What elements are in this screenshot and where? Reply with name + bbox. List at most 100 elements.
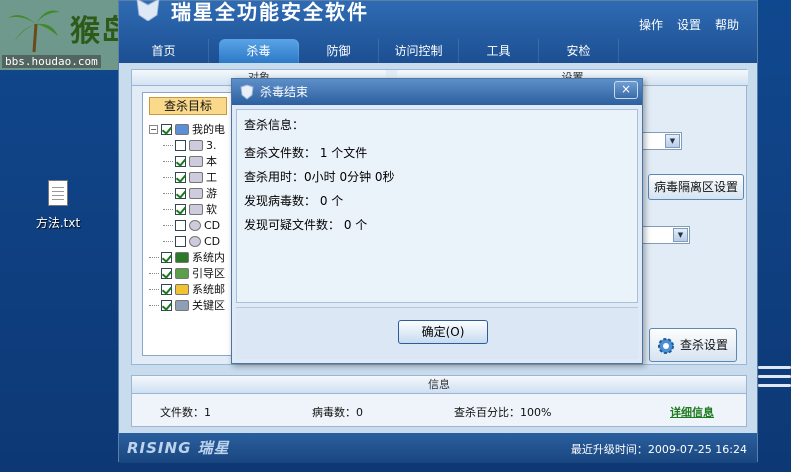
checkbox[interactable] [161, 123, 172, 135]
background-decoration [758, 366, 791, 406]
tree-item-label: 系统内 [192, 251, 225, 264]
rising-lion-logo-icon [136, 0, 160, 21]
tab-tools[interactable]: 工具 [459, 39, 539, 63]
tree-item[interactable]: CD [149, 233, 225, 249]
close-button[interactable]: × [614, 81, 638, 99]
chevron-down-icon: ▼ [665, 134, 680, 148]
tree-item[interactable]: 3. [149, 137, 225, 153]
computer-icon [175, 123, 189, 135]
menu-help[interactable]: 帮助 [715, 16, 739, 33]
tab-defense[interactable]: 防御 [299, 39, 379, 63]
viruses-found-line: 发现病毒数： 0 个 [244, 194, 344, 208]
tree-item-label: CD [204, 234, 221, 248]
dialog-body: 查杀信息： 查杀文件数： 1 个文件 查杀用时：0小时 0分钟 0秒 发现病毒数… [236, 109, 638, 303]
tree-item[interactable]: − 我的电 [149, 121, 225, 137]
tree-item-label: 引导区 [192, 267, 225, 280]
cd-icon [189, 219, 201, 231]
file-count: 文件数：1 [160, 406, 211, 419]
scan-settings-button[interactable]: 查杀设置 [649, 328, 737, 362]
footer-bar: RISING 瑞星 最近升级时间：2009-07-25 16:24 [119, 433, 757, 463]
dialog-button-area: 确定(O) [236, 307, 638, 359]
ok-button[interactable]: 确定(O) [398, 320, 488, 344]
tab-access-control[interactable]: 访问控制 [379, 39, 459, 63]
scan-finished-dialog: 杀毒结束 × 查杀信息： 查杀文件数： 1 个文件 查杀用时：0小时 0分钟 0… [231, 78, 643, 364]
tree-item-label: 关键区 [192, 299, 225, 312]
tree-item-label: CD [204, 218, 221, 232]
tab-home[interactable]: 首页 [119, 39, 209, 63]
shield-icon [240, 84, 254, 100]
tree-item[interactable]: 游 [149, 185, 225, 201]
boot-icon [175, 267, 189, 279]
checkbox[interactable] [161, 299, 172, 311]
drive-icon [189, 171, 203, 183]
tree-item[interactable]: 系统邮 [149, 281, 225, 297]
app-title: 瑞星全功能安全软件 [171, 0, 369, 24]
tree-item[interactable]: 引导区 [149, 265, 225, 281]
scanned-files-line: 查杀文件数： 1 个文件 [244, 146, 368, 160]
tree-item-label: 游 [206, 187, 217, 200]
checkbox[interactable] [175, 235, 186, 247]
scan-target-label: 查杀目标 [149, 97, 227, 115]
dialog-title: 杀毒结束 [260, 85, 309, 99]
mail-icon [175, 283, 189, 295]
drive-icon [189, 203, 203, 215]
quarantine-settings-button[interactable]: 病毒隔离区设置 [648, 174, 744, 200]
checkbox[interactable] [161, 283, 172, 295]
info-row: 文件数：1 病毒数：0 查杀百分比：100% 详细信息 [132, 394, 746, 426]
tree-item[interactable]: 软 [149, 201, 225, 217]
scan-settings-label: 查杀设置 [679, 338, 728, 352]
main-tabs: 首页 杀毒 防御 访问控制 工具 安检 [119, 39, 757, 63]
tree-item-label: 我的电 [192, 123, 225, 136]
tree-item-label: 工 [206, 171, 217, 184]
tree-item-label: 系统邮 [192, 283, 225, 296]
checkbox[interactable] [175, 155, 186, 167]
virus-count: 病毒数：0 [312, 406, 363, 419]
scan-info-heading: 查杀信息： [244, 118, 305, 132]
desktop-file-icon[interactable]: 方法.txt [30, 180, 86, 231]
tab-security-check[interactable]: 安检 [539, 39, 619, 63]
checkbox[interactable] [175, 139, 186, 151]
suspicious-files-line: 发现可疑文件数： 0 个 [244, 218, 368, 232]
drive-icon [189, 139, 203, 151]
last-update-time: 最近升级时间：2009-07-25 16:24 [570, 443, 747, 456]
details-link[interactable]: 详细信息 [670, 404, 714, 420]
tree-item[interactable]: 本 [149, 153, 225, 169]
checkbox[interactable] [175, 171, 186, 183]
target-tree: − 我的电 3. 本 工 游 软 CD CD 系统内 引导区 系统邮 关键区 [149, 121, 225, 313]
checkbox[interactable] [161, 251, 172, 263]
tree-item[interactable]: 关键区 [149, 297, 225, 313]
tree-item[interactable]: 工 [149, 169, 225, 185]
palm-tree-icon [8, 10, 60, 53]
settings-dropdown-1[interactable]: ▼ [642, 132, 682, 150]
text-file-icon [48, 180, 68, 206]
checkbox[interactable] [175, 187, 186, 199]
menu-settings[interactable]: 设置 [677, 16, 701, 33]
title-bar: 瑞星全功能安全软件 操作 设置 帮助 首页 杀毒 防御 访问控制 工具 安检 [119, 0, 757, 63]
desktop-file-label: 方法.txt [35, 216, 81, 230]
drive-icon [189, 155, 203, 167]
tree-item-label: 本 [206, 155, 217, 168]
collapse-icon[interactable]: − [149, 124, 158, 134]
info-panel: 信息 文件数：1 病毒数：0 查杀百分比：100% 详细信息 [131, 375, 747, 427]
close-icon: × [620, 82, 632, 96]
cd-icon [189, 235, 201, 247]
drive-icon [189, 187, 203, 199]
menu-operation[interactable]: 操作 [639, 16, 663, 33]
tab-antivirus[interactable]: 杀毒 [219, 39, 299, 63]
settings-dropdown-2[interactable]: ▼ [642, 226, 690, 244]
scan-duration-line: 查杀用时：0小时 0分钟 0秒 [244, 170, 395, 184]
tree-item-label: 3. [206, 138, 217, 152]
checkbox[interactable] [175, 219, 186, 231]
checkbox[interactable] [161, 267, 172, 279]
dialog-title-bar: 杀毒结束 × [232, 79, 642, 105]
watermark-url: bbs.houdao.com [2, 55, 101, 68]
checkbox[interactable] [175, 203, 186, 215]
info-header: 信息 [132, 376, 746, 394]
rising-brand-logo: RISING 瑞星 [127, 439, 230, 457]
gear-icon [658, 338, 674, 354]
tree-item[interactable]: 系统内 [149, 249, 225, 265]
chevron-down-icon: ▼ [673, 228, 688, 242]
memory-icon [175, 251, 189, 263]
tree-item[interactable]: CD [149, 217, 225, 233]
tree-item-label: 软 [206, 203, 217, 216]
